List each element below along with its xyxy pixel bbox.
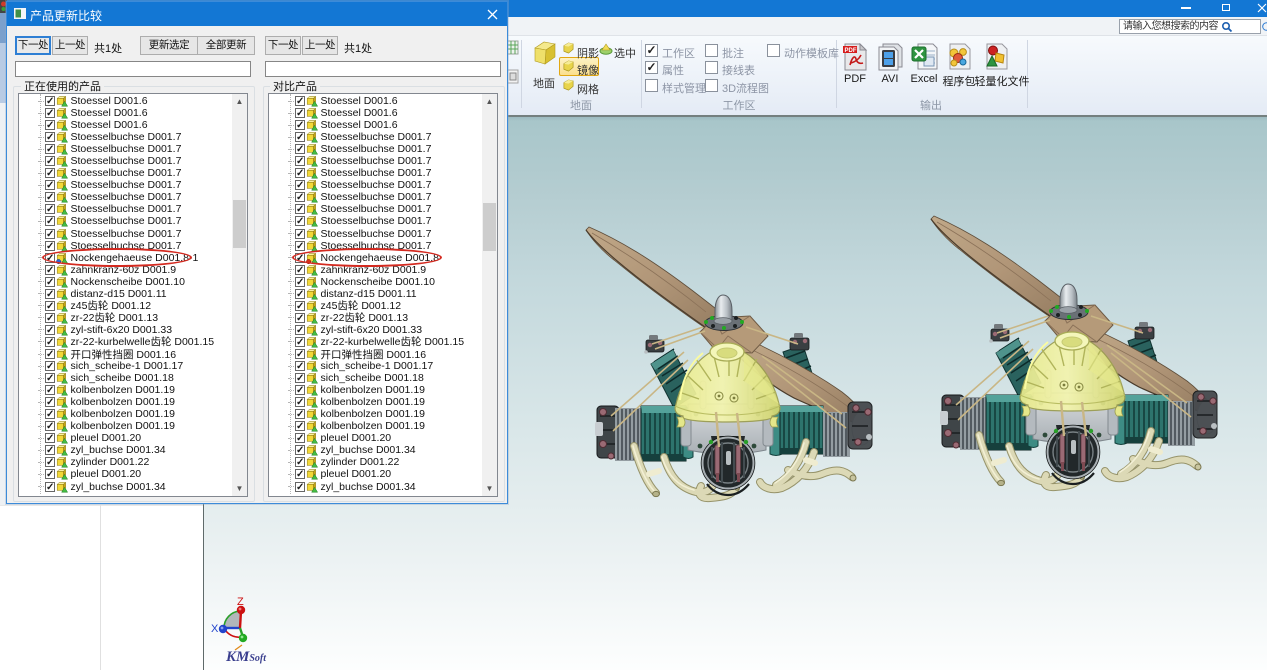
svg-text:Z: Z xyxy=(237,596,244,608)
svg-text:X: X xyxy=(211,623,219,635)
svg-text:PDF: PDF xyxy=(845,48,857,54)
